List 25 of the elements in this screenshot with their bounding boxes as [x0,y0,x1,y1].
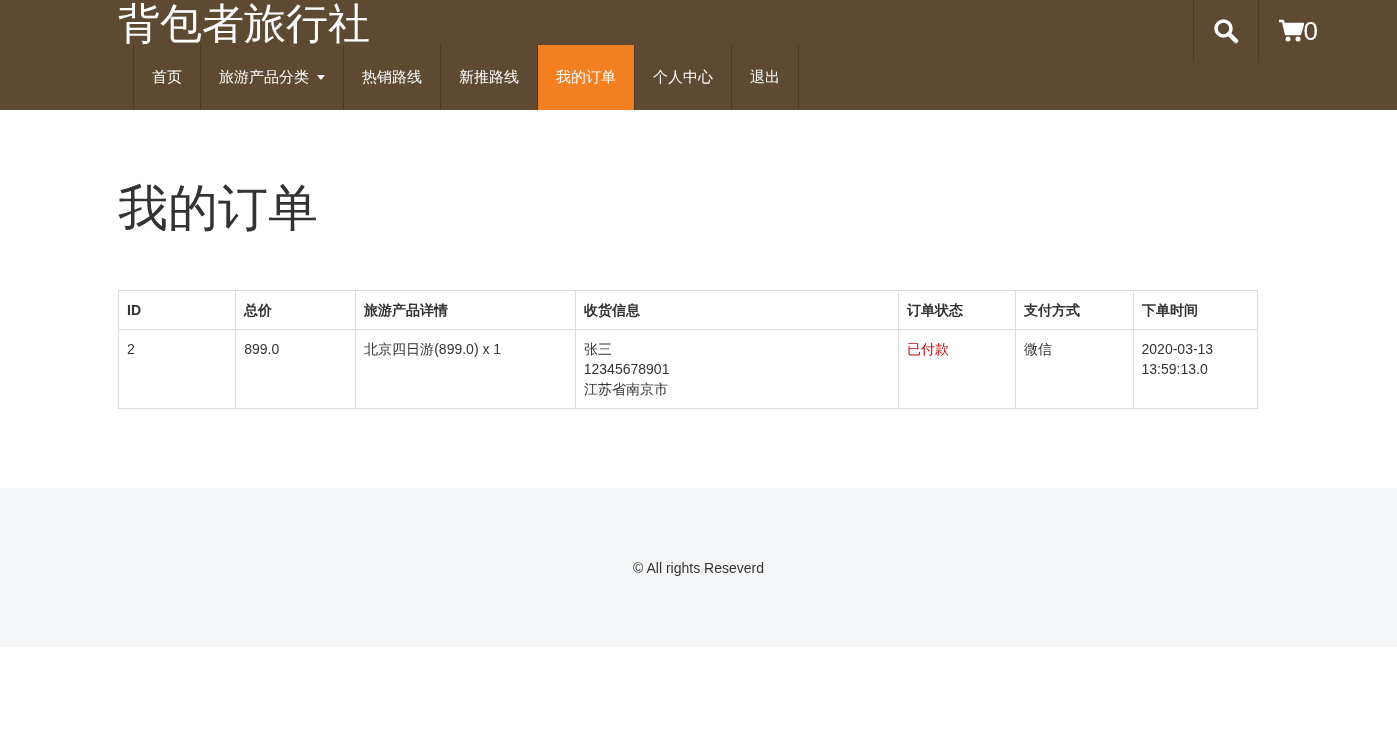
table-cell: 2 [118,329,236,409]
copyright-text: © All rights Reseverd [633,559,764,576]
nav-link[interactable]: 首页 [133,45,200,110]
nav-link[interactable]: 旅游产品分类 [200,45,343,110]
column-header: 订单状态 [898,290,1016,330]
cart-icon [1277,19,1304,43]
status-cell: 已付款 [898,329,1016,409]
search-icon [1212,18,1239,44]
table-cell: 张三 12345678901 江苏省南京市 [575,329,899,409]
page-title: 我的订单 [118,179,319,238]
nav-link[interactable]: 退出 [731,45,799,110]
nav-link[interactable]: 个人中心 [634,45,731,110]
column-header: ID [118,290,236,330]
column-header: 收货信息 [575,290,899,330]
brand-title[interactable]: 背包者旅行社 [118,0,370,45]
column-header: 支付方式 [1015,290,1134,330]
column-header: 旅游产品详情 [355,290,576,330]
table-cell: 微信 [1015,329,1134,409]
nav-link[interactable]: 热销路线 [343,45,440,110]
table-cell: 北京四日游(899.0) x 1 [355,329,576,409]
table-cell: 2020-03-13 13:59:13.0 [1133,329,1258,409]
column-header: 总价 [235,290,356,330]
cart-button[interactable]: 0 [1257,0,1318,62]
table-cell: 899.0 [235,329,356,409]
column-header: 下单时间 [1133,290,1258,330]
